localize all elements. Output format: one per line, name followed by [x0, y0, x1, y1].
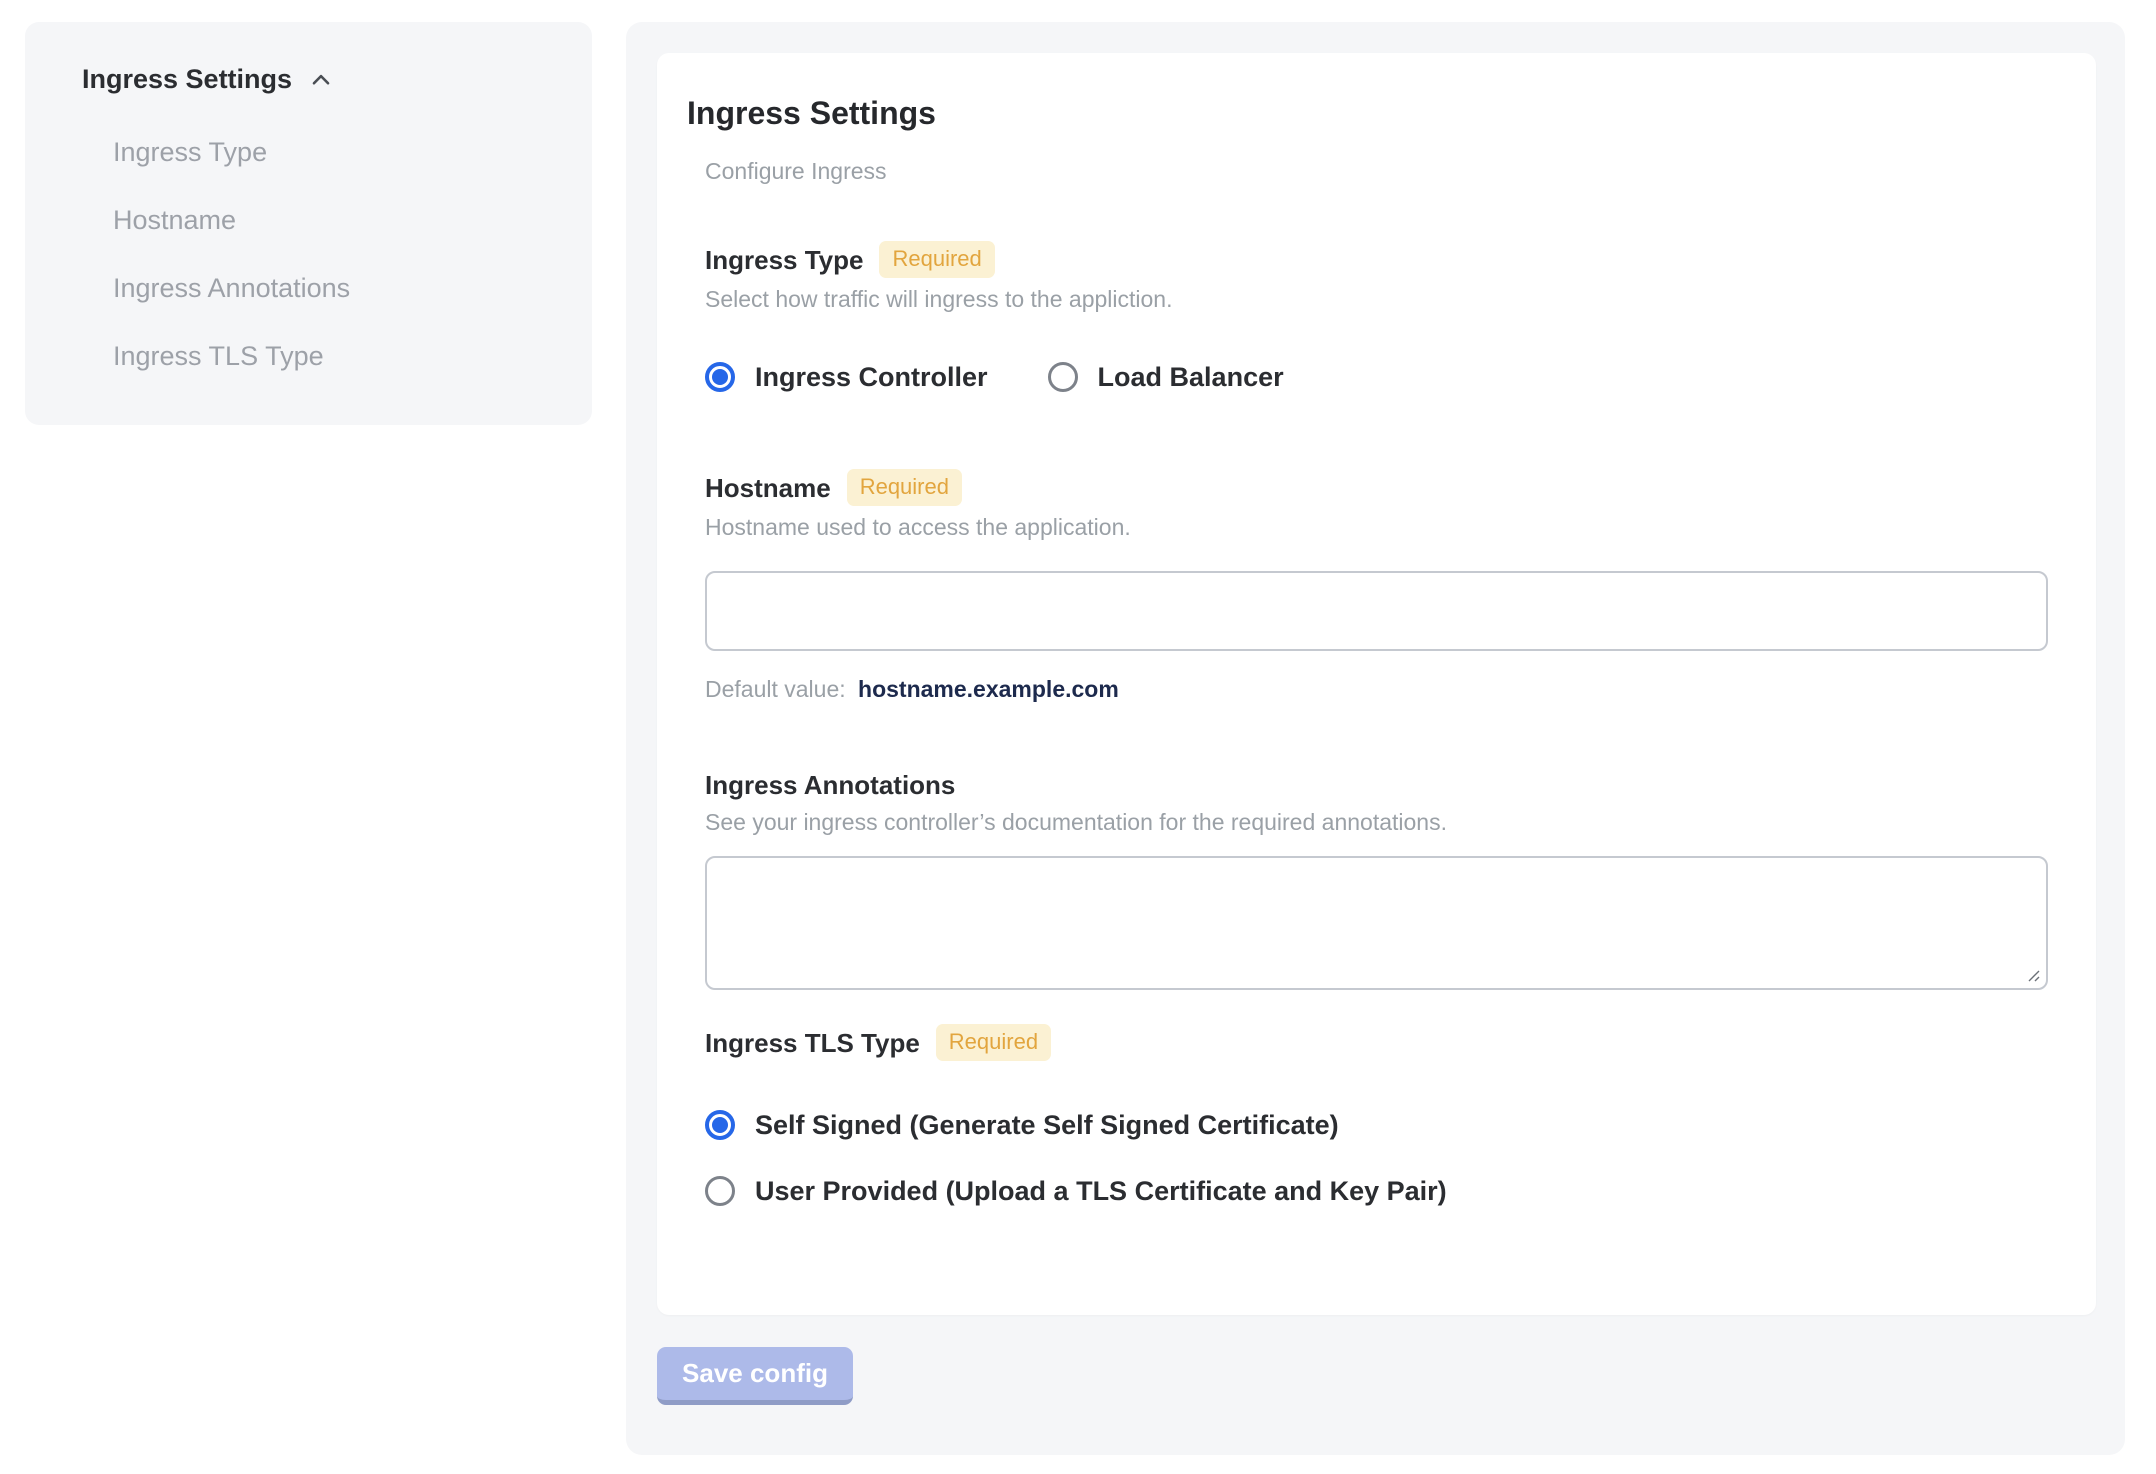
main-panel: Ingress Settings Configure Ingress Ingre… — [626, 22, 2125, 1455]
sidebar-item-ingress-annotations[interactable]: Ingress Annotations — [113, 273, 562, 304]
radio-dot — [712, 1117, 728, 1133]
radio-option-self-signed[interactable]: Self Signed (Generate Self Signed Certif… — [705, 1109, 2048, 1141]
page-subtitle: Configure Ingress — [705, 158, 887, 184]
radio-load-balancer[interactable] — [1047, 362, 1078, 392]
section-ingress-type: Ingress Type Required Select how traffic… — [705, 241, 2048, 393]
ingress-annotations-textarea[interactable] — [705, 856, 2048, 990]
sidebar-section-toggle[interactable]: Ingress Settings — [82, 64, 562, 95]
radio-option-user-provided[interactable]: User Provided (Upload a TLS Certificate … — [705, 1175, 2048, 1207]
required-badge: Required — [935, 1024, 1052, 1061]
radio-option-load-balancer[interactable]: Load Balancer — [1047, 361, 1284, 393]
ingress-settings-card: Ingress Settings Configure Ingress Ingre… — [657, 53, 2096, 1315]
ingress-tls-type-label: Ingress TLS Type — [705, 1027, 920, 1058]
section-ingress-annotations: Ingress Annotations See your ingress con… — [705, 769, 2048, 990]
section-hostname: Hostname Required Hostname used to acces… — [705, 469, 2048, 703]
sidebar-item-ingress-tls-type[interactable]: Ingress TLS Type — [113, 341, 562, 372]
required-badge: Required — [879, 241, 995, 278]
sidebar-nav: Ingress Type Hostname Ingress Annotation… — [82, 137, 562, 372]
radio-ingress-controller[interactable] — [705, 362, 735, 392]
hostname-input[interactable] — [705, 571, 2048, 651]
required-badge: Required — [846, 469, 962, 506]
sidebar-section-title: Ingress Settings — [82, 64, 293, 94]
sidebar-item-hostname[interactable]: Hostname — [113, 205, 562, 236]
sidebar-item-ingress-type[interactable]: Ingress Type — [113, 137, 562, 168]
ingress-type-description: Select how traffic will ingress to the a… — [705, 286, 1173, 312]
save-config-button[interactable]: Save config — [657, 1347, 853, 1405]
radio-dot — [712, 369, 728, 385]
hostname-label: Hostname — [705, 472, 831, 503]
default-value-text: hostname.example.com — [858, 676, 1119, 702]
radio-label-load-balancer: Load Balancer — [1097, 362, 1284, 392]
radio-label-user-provided: User Provided (Upload a TLS Certificate … — [755, 1176, 1447, 1206]
ingress-type-label: Ingress Type — [705, 244, 864, 275]
ingress-annotations-label: Ingress Annotations — [705, 770, 956, 800]
section-ingress-tls-type: Ingress TLS Type Required Self Signed (G… — [705, 1024, 2048, 1207]
hostname-description: Hostname used to access the application. — [705, 514, 1131, 540]
radio-option-ingress-controller[interactable]: Ingress Controller — [705, 361, 988, 393]
settings-sidebar: Ingress Settings Ingress Type Hostname I… — [25, 22, 592, 425]
default-value-label: Default value: — [705, 676, 846, 702]
radio-label-ingress-controller: Ingress Controller — [755, 362, 988, 392]
ingress-annotations-description: See your ingress controller’s documentat… — [705, 809, 1447, 835]
resize-handle-icon[interactable] — [2026, 968, 2042, 984]
hostname-default-line: Default value: hostname.example.com — [705, 675, 2048, 703]
radio-label-self-signed: Self Signed (Generate Self Signed Certif… — [755, 1110, 1339, 1140]
page-title: Ingress Settings — [687, 95, 936, 131]
radio-user-provided[interactable] — [705, 1176, 735, 1206]
radio-self-signed[interactable] — [705, 1110, 735, 1140]
chevron-up-icon[interactable] — [308, 67, 334, 93]
